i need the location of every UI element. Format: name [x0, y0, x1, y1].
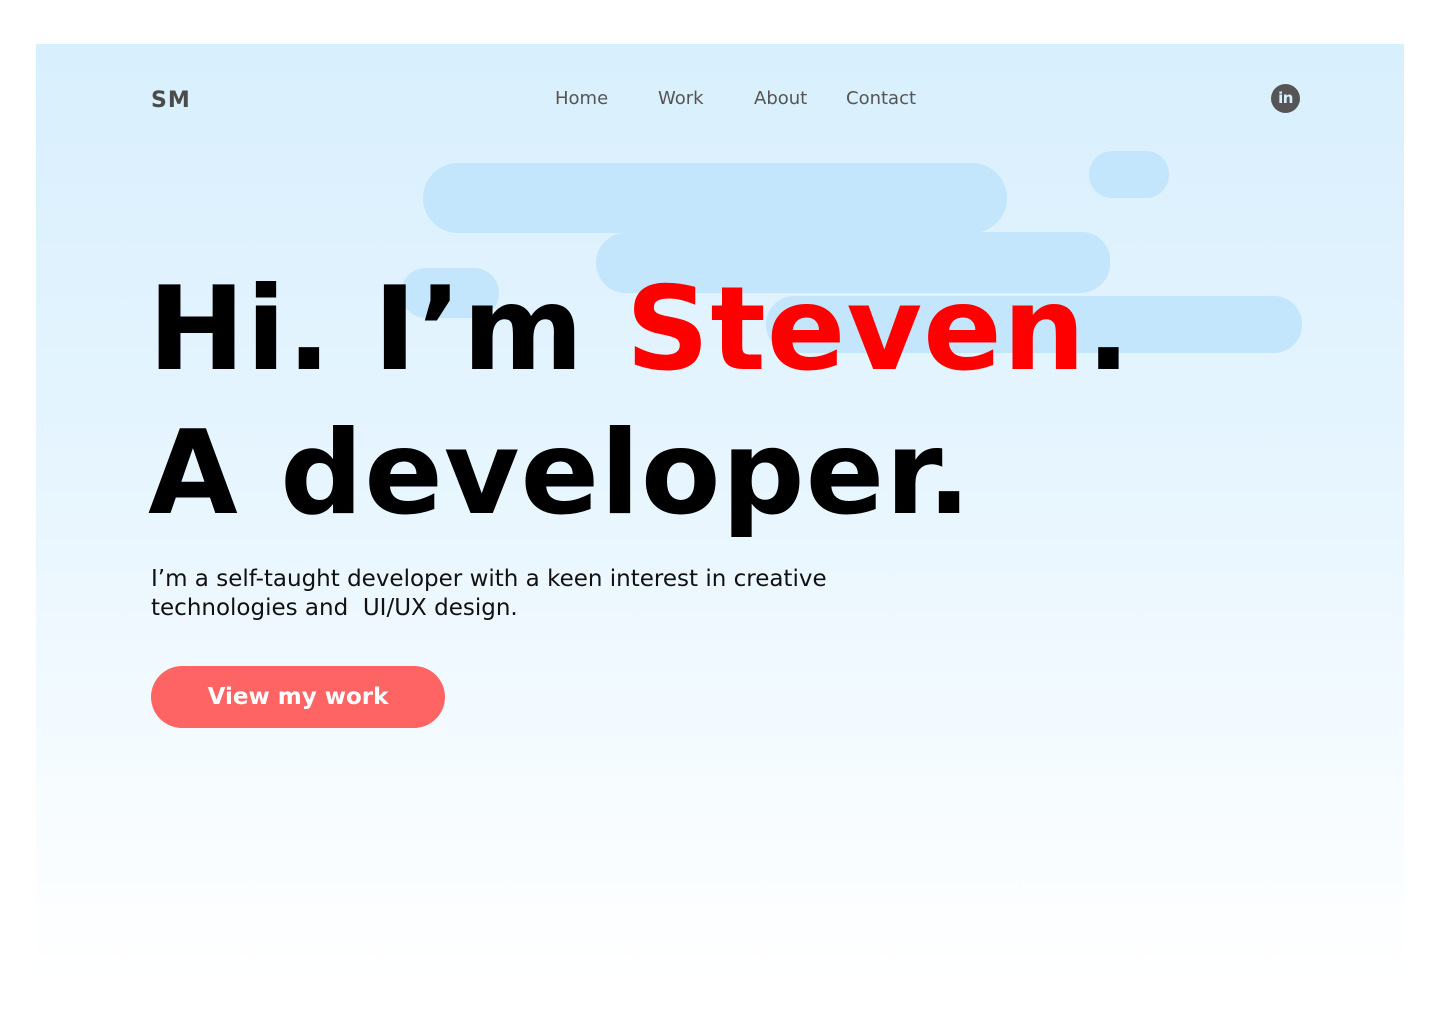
cloud-small-right: [1089, 151, 1169, 198]
nav-item-contact[interactable]: Contact: [846, 88, 916, 109]
linkedin-button[interactable]: in: [1271, 84, 1300, 113]
nav-item-work[interactable]: Work: [658, 88, 704, 109]
cloud-band-top: [423, 163, 1007, 233]
main-nav: Home Work About Contact: [36, 88, 1404, 110]
linkedin-icon: in: [1278, 89, 1293, 107]
hero-heading-line-2: A developer.: [148, 406, 973, 541]
hero-name: Steven: [625, 262, 1087, 397]
hero-intro-line-2: technologies and UI/UX design.: [151, 595, 518, 621]
hero-period: .: [1086, 262, 1132, 397]
hero-section: SM Home Work About Contact in Hi. I’m St…: [36, 44, 1404, 980]
hero-intro: I’m a self-taught developer with a keen …: [151, 565, 931, 623]
nav-item-about[interactable]: About: [754, 88, 807, 109]
nav-item-home[interactable]: Home: [555, 88, 608, 109]
hero-greeting: Hi. I’m: [148, 262, 626, 397]
hero-heading-line-1: Hi. I’m Steven.: [148, 272, 1131, 388]
hero-intro-line-1: I’m a self-taught developer with a keen …: [151, 566, 827, 592]
view-my-work-button[interactable]: View my work: [151, 666, 445, 728]
